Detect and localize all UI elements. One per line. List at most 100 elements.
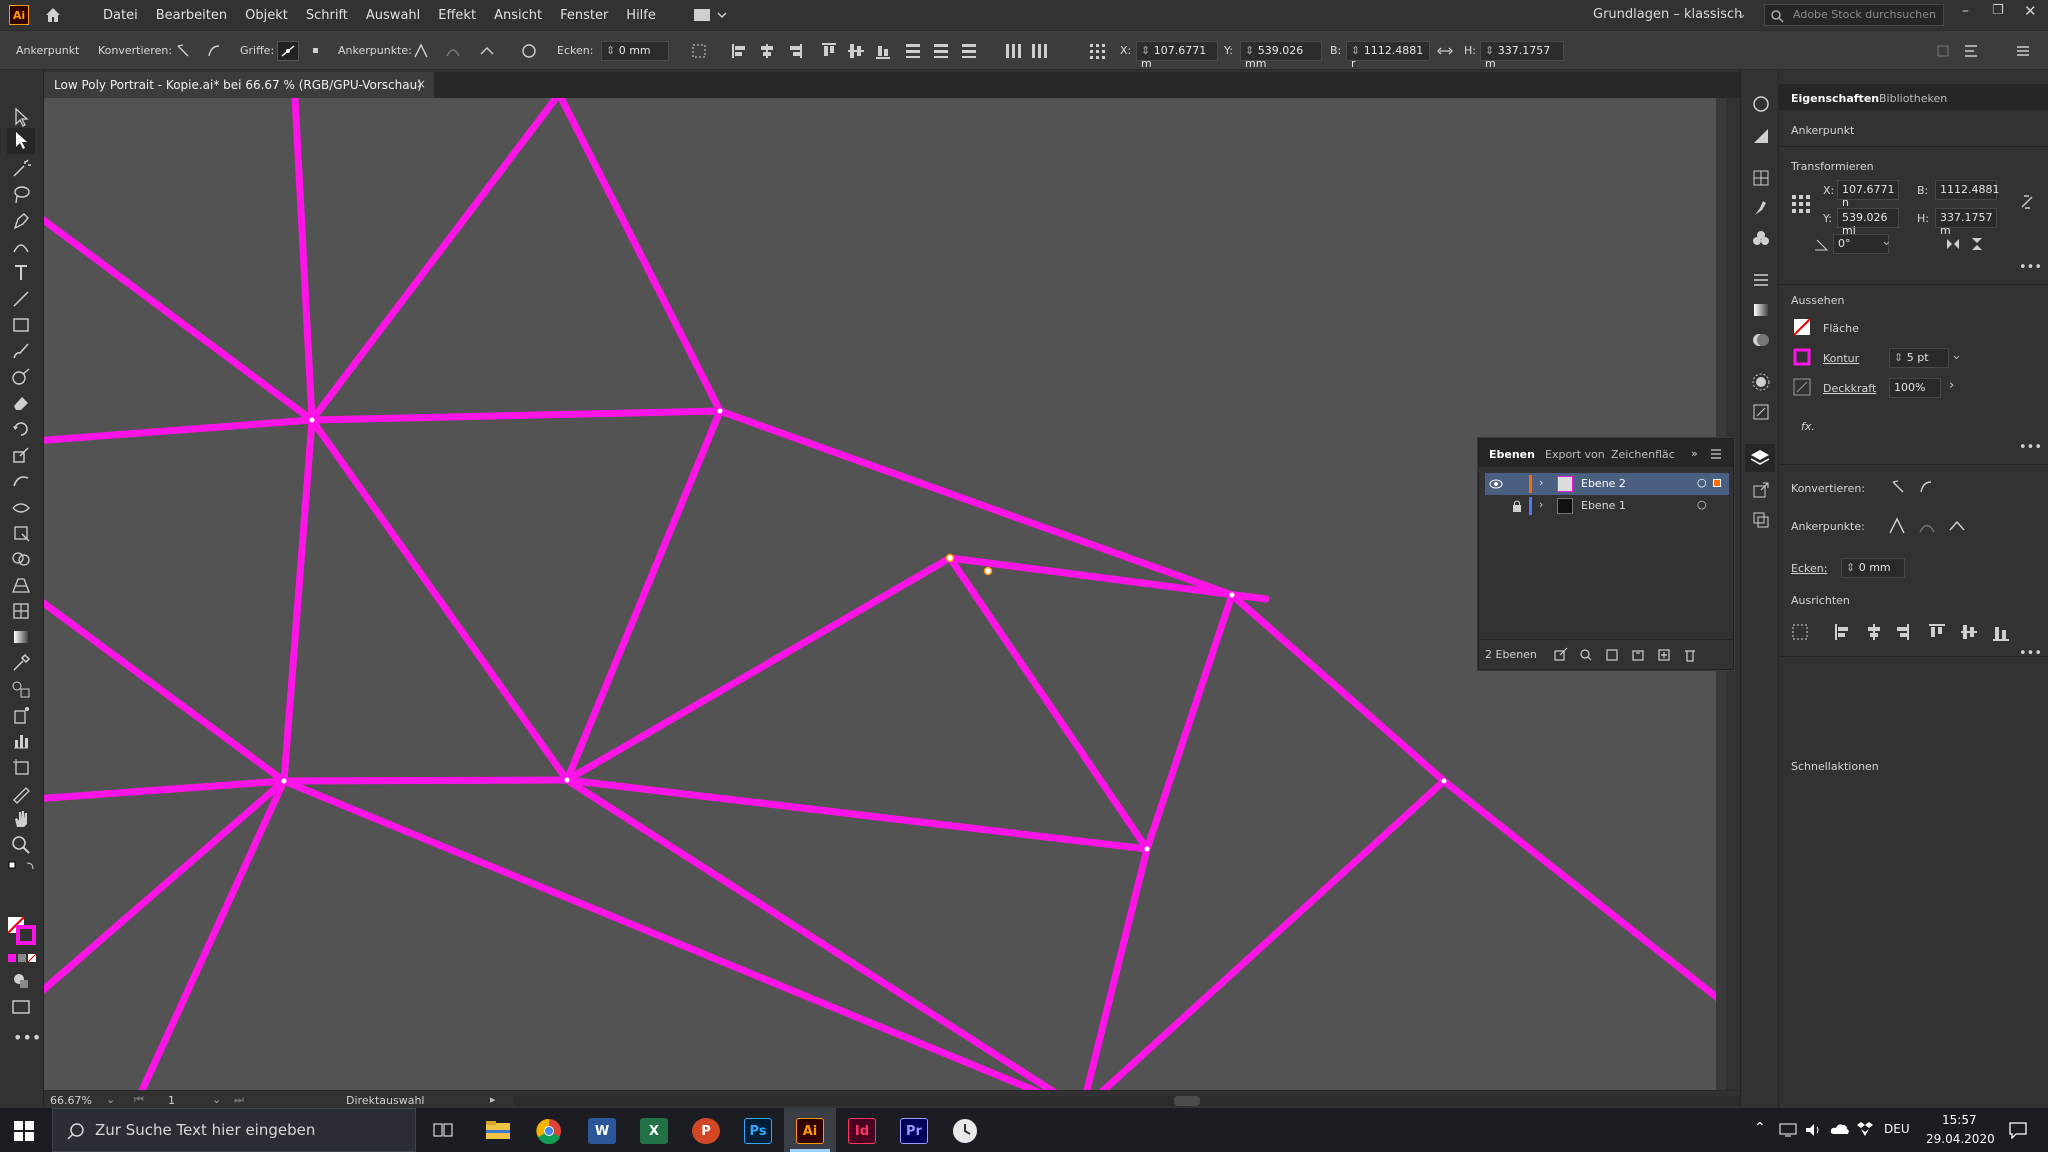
- expand-layer-icon[interactable]: ›: [1539, 476, 1543, 489]
- default-colors[interactable]: [7, 860, 37, 874]
- menu-objekt[interactable]: Objekt: [245, 8, 288, 23]
- effects-label[interactable]: fx.: [1801, 420, 1815, 433]
- illustrator-icon[interactable]: Ai: [796, 1118, 824, 1144]
- restore-icon[interactable]: ❐: [1992, 3, 2004, 18]
- eye-icon[interactable]: [1489, 478, 1503, 490]
- blend-tool-icon[interactable]: [10, 678, 32, 700]
- transform-icon[interactable]: [1934, 42, 1952, 60]
- workspace-switcher[interactable]: Grundlagen – klassisch: [1593, 7, 1742, 22]
- cut-path-icon[interactable]: [1947, 516, 1967, 536]
- eyedropper-icon[interactable]: [10, 652, 32, 674]
- notifications-icon[interactable]: [2008, 1121, 2028, 1139]
- color-panel-icon[interactable]: [1751, 126, 1771, 146]
- swatches-icon[interactable]: [1751, 168, 1771, 188]
- indesign-icon[interactable]: Id: [848, 1118, 876, 1144]
- close-window-icon[interactable]: ✕: [2024, 2, 2037, 20]
- artwork[interactable]: [44, 98, 1724, 1090]
- direct-selection-tool[interactable]: [7, 128, 35, 154]
- status-menu-arrow-icon[interactable]: ▸: [490, 1093, 496, 1106]
- color-guide-icon[interactable]: [1751, 94, 1771, 114]
- symbols-icon[interactable]: [1751, 228, 1771, 248]
- menu-effekt[interactable]: Effekt: [438, 8, 476, 23]
- show-handles-button[interactable]: [277, 41, 299, 61]
- prop-corners-label[interactable]: Ecken:: [1791, 562, 1827, 575]
- more-tools-icon[interactable]: •••: [13, 1028, 41, 1047]
- low-poly-paths[interactable]: [44, 98, 1724, 1090]
- draw-mode-icon[interactable]: [10, 970, 32, 992]
- paintbrush-icon[interactable]: [10, 340, 32, 362]
- layers-panel-button[interactable]: [1745, 444, 1775, 472]
- lasso-icon[interactable]: [10, 184, 32, 206]
- language-indicator[interactable]: DEU: [1884, 1122, 1910, 1136]
- isolate-group-icon[interactable]: [1962, 42, 1980, 60]
- x-input[interactable]: ⇕ 107.6771 m: [1136, 41, 1218, 70]
- scroll-thumb[interactable]: [1174, 1096, 1200, 1106]
- opacity-input[interactable]: 100%: [1889, 378, 1941, 398]
- cut-path-icon[interactable]: [478, 42, 496, 60]
- menu-auswahl[interactable]: Auswahl: [366, 8, 420, 23]
- prop-corners-input[interactable]: ⇕ 0 mm: [1841, 558, 1905, 578]
- scale-tool-icon[interactable]: [10, 444, 32, 466]
- remove-anchor-icon[interactable]: [1887, 516, 1907, 536]
- align-buttons[interactable]: [1791, 622, 2021, 642]
- panel-menu-icon[interactable]: [2014, 42, 2032, 60]
- asset-export-icon[interactable]: [1751, 480, 1771, 500]
- y-input[interactable]: ⇕ 539.026 mm: [1240, 41, 1322, 70]
- artboard-dropdown-icon[interactable]: ⌄: [212, 1093, 221, 1106]
- layer-name[interactable]: Ebene 2: [1581, 477, 1626, 490]
- fill-stroke-swatches[interactable]: [7, 916, 37, 946]
- canvas[interactable]: [44, 98, 1724, 1090]
- flip-horizontal-icon[interactable]: [1945, 236, 1961, 252]
- graphic-styles-icon[interactable]: [1751, 402, 1771, 422]
- tab-asset-export[interactable]: Export von: [1545, 448, 1605, 461]
- tray-chevron-icon[interactable]: ⌃: [1754, 1120, 1766, 1136]
- type-tool-icon[interactable]: [10, 262, 32, 284]
- clock-date[interactable]: 29.04.2020: [1926, 1132, 1995, 1146]
- premiere-icon[interactable]: Pr: [900, 1118, 928, 1144]
- more-transform-options-icon[interactable]: •••: [2019, 260, 2042, 275]
- free-transform-icon[interactable]: [10, 522, 32, 544]
- close-tab-icon[interactable]: ×: [416, 77, 426, 91]
- hide-handles-icon[interactable]: [307, 42, 325, 60]
- menu-datei[interactable]: Datei: [103, 8, 138, 23]
- chevron-down-icon[interactable]: ⌄: [1736, 7, 1747, 22]
- artboards-icon[interactable]: [1751, 510, 1771, 530]
- layer-name[interactable]: Ebene 1: [1581, 499, 1626, 512]
- chrome-icon[interactable]: [536, 1118, 562, 1144]
- slice-tool-icon[interactable]: [10, 782, 32, 804]
- stroke-weight-input[interactable]: ⇕ 5 pt: [1889, 348, 1949, 368]
- zoom-tool-icon[interactable]: [10, 834, 32, 856]
- first-artboard-icon[interactable]: ⏮: [134, 1093, 144, 1107]
- home-icon[interactable]: [43, 5, 63, 25]
- windows-start-icon[interactable]: [14, 1121, 34, 1141]
- stroke-weight-dropdown-icon[interactable]: ⌄: [1951, 348, 1962, 363]
- gradient-panel-icon[interactable]: [1751, 300, 1771, 320]
- symbol-sprayer-icon[interactable]: [10, 704, 32, 726]
- menu-hilfe[interactable]: Hilfe: [626, 8, 656, 23]
- file-explorer-icon[interactable]: [485, 1120, 511, 1140]
- gradient-tool-icon[interactable]: [10, 626, 32, 648]
- tab-properties[interactable]: Eigenschaften: [1791, 92, 1879, 105]
- connect-anchor-icon[interactable]: [444, 42, 462, 60]
- convert-corner-icon[interactable]: [1889, 478, 1907, 496]
- expand-layer-icon[interactable]: ›: [1539, 498, 1543, 511]
- h-input[interactable]: ⇕ 337.1757 m: [1480, 41, 1564, 70]
- link-proportions-icon[interactable]: [1436, 42, 1454, 60]
- color-mode-icons[interactable]: [7, 952, 37, 964]
- lock-icon[interactable]: [1511, 499, 1523, 513]
- photoshop-icon[interactable]: Ps: [744, 1118, 772, 1144]
- clock-time[interactable]: 15:57: [1942, 1113, 1977, 1127]
- document-tab[interactable]: Low Poly Portrait - Kopie.ai* bei 66.67 …: [44, 72, 434, 98]
- isolate-icon[interactable]: [520, 42, 538, 60]
- layer-action-buttons[interactable]: [1553, 647, 1713, 663]
- magic-wand-icon[interactable]: [10, 158, 32, 180]
- horizontal-scrollbar[interactable]: [514, 1096, 1740, 1106]
- shape-builder-icon[interactable]: [10, 548, 32, 570]
- align-to-icon[interactable]: [690, 42, 708, 60]
- convert-corner-icon[interactable]: [174, 42, 192, 60]
- target-icon[interactable]: ○: [1697, 498, 1707, 511]
- hand-tool-icon[interactable]: [10, 808, 32, 830]
- rotate-dropdown-icon[interactable]: ⌄: [1881, 234, 1892, 249]
- dropbox-icon[interactable]: [1856, 1121, 1874, 1137]
- arrange-documents-icon[interactable]: [692, 6, 730, 24]
